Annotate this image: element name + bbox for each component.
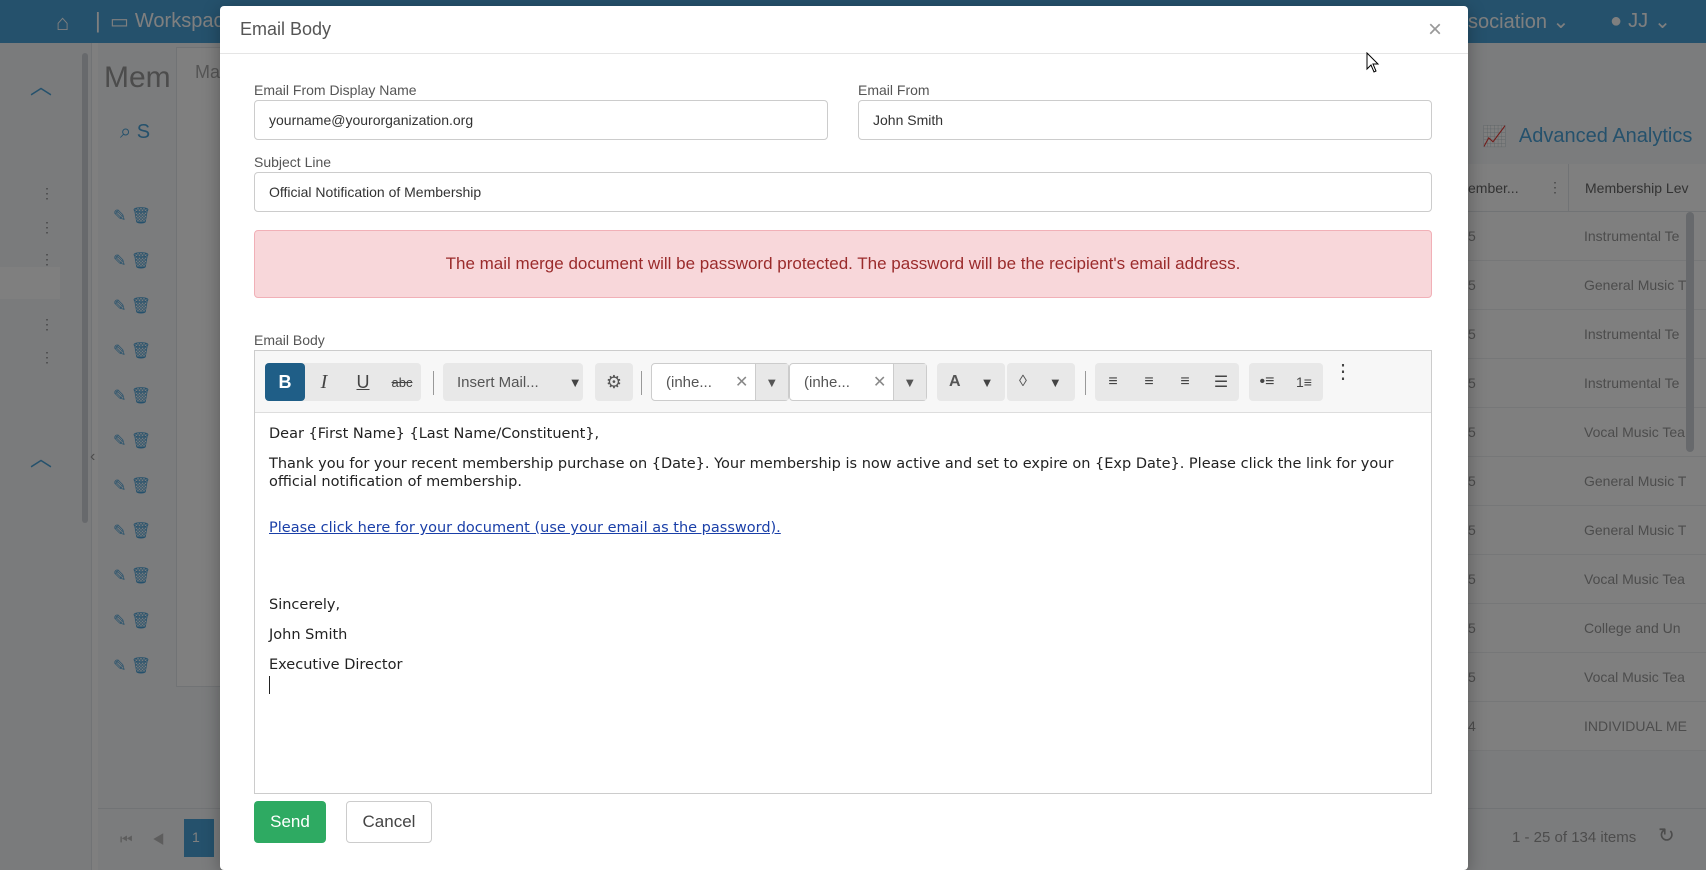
font-color-icon: A (949, 373, 961, 390)
caret-down-icon[interactable]: ▼ (754, 364, 788, 400)
toolbar-divider (433, 371, 434, 395)
insert-mail-label: Insert Mail... (457, 373, 539, 391)
caret-down-icon: ▼ (980, 374, 994, 390)
dialog-header: Email Body × (220, 6, 1468, 54)
caret-down-icon: ▼ (568, 374, 582, 390)
cancel-button[interactable]: Cancel (346, 801, 432, 843)
text-cursor (269, 676, 270, 694)
caret-down-icon: ▼ (1048, 374, 1062, 390)
email-from-display-name-label: Email From Display Name (254, 82, 417, 98)
subject-line-label: Subject Line (254, 154, 332, 170)
background-color-picker[interactable]: ◊ ▼ (1007, 363, 1075, 401)
dialog-title: Email Body (240, 19, 332, 39)
settings-button[interactable]: ⚙ (595, 363, 633, 401)
email-from-display-name-input[interactable] (254, 100, 828, 140)
strikethrough-button[interactable]: abc (383, 363, 421, 401)
more-options-icon[interactable]: ⋮ (1325, 351, 1361, 391)
font-color-picker[interactable]: A ▼ (937, 363, 1005, 401)
document-link[interactable]: Please click here for your document (use… (269, 520, 781, 536)
caret-down-icon[interactable]: ▼ (892, 364, 926, 400)
editor-content[interactable]: Dear {First Name} {Last Name/Constituent… (255, 413, 1431, 706)
password-protection-alert: The mail merge document will be password… (254, 230, 1432, 298)
subject-line-input[interactable] (254, 172, 1432, 212)
sender-name: John Smith (269, 627, 348, 643)
bullet-list-icon[interactable]: •≡ (1249, 363, 1285, 401)
send-button[interactable]: Send (254, 801, 326, 843)
greeting-line: Dear {First Name} {Last Name/Constituent… (269, 426, 600, 442)
email-from-label: Email From (858, 82, 930, 98)
align-center-icon[interactable]: ≡ (1131, 363, 1167, 401)
toolbar-divider (1085, 371, 1086, 395)
underline-button[interactable]: U (344, 363, 382, 401)
bold-button[interactable]: B (265, 363, 305, 401)
insert-mail-merge-dropdown[interactable]: Insert Mail... ▼ (443, 363, 583, 401)
clear-icon[interactable]: ✕ (729, 372, 755, 392)
align-left-icon[interactable]: ≡ (1095, 363, 1131, 401)
toolbar-divider (641, 371, 642, 395)
numbered-list-icon[interactable]: 1≡ (1285, 363, 1323, 401)
closing-line: Sincerely, (269, 597, 341, 613)
font-family-value: (inhe... (666, 373, 712, 391)
font-family-combobox[interactable]: (inhe... ✕ ▼ (651, 363, 789, 401)
italic-button[interactable]: I (305, 363, 343, 401)
rich-text-editor: B I U abc Insert Mail... ▼ ⚙ (inhe... ✕ … (254, 350, 1432, 794)
gear-icon: ⚙ (605, 371, 623, 392)
close-icon[interactable]: × (1428, 16, 1442, 44)
align-right-icon[interactable]: ≡ (1167, 363, 1203, 401)
font-size-combobox[interactable]: (inhe... ✕ ▼ (789, 363, 927, 401)
sender-title: Executive Director (269, 657, 403, 673)
font-size-value: (inhe... (804, 373, 850, 391)
mouse-pointer-icon (1366, 52, 1380, 73)
align-justify-icon[interactable]: ☰ (1203, 363, 1239, 401)
email-body-label: Email Body (254, 332, 325, 348)
alert-text: The mail merge document will be password… (445, 254, 1241, 273)
droplet-icon: ◊ (1019, 373, 1027, 390)
editor-toolbar: B I U abc Insert Mail... ▼ ⚙ (inhe... ✕ … (255, 351, 1431, 413)
body-paragraph: Thank you for your recent membership pur… (269, 456, 1394, 490)
email-body-dialog: Email Body × Email From Display Name Ema… (220, 6, 1468, 870)
email-from-input[interactable] (858, 100, 1432, 140)
clear-icon[interactable]: ✕ (867, 372, 893, 392)
